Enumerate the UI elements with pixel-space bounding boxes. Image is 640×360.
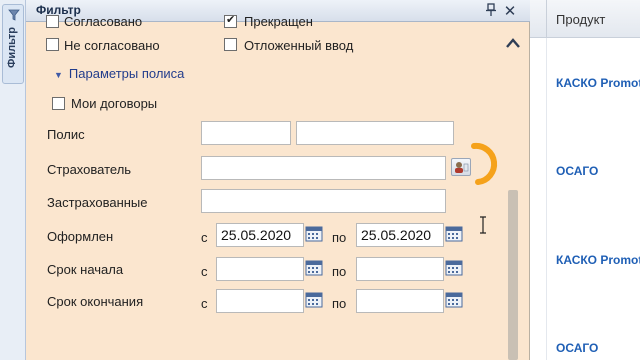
start-to-label: по xyxy=(332,264,347,279)
calendar-icon[interactable] xyxy=(305,226,323,242)
not-approved-label: Не согласовано xyxy=(64,38,160,53)
product-cell[interactable]: КАСКО Promot xyxy=(556,253,640,267)
terminated-label: Прекращен xyxy=(244,14,313,29)
funnel-icon xyxy=(8,9,20,21)
scrollbar-thumb[interactable] xyxy=(508,190,518,360)
side-tab-label: Фильтр xyxy=(6,27,18,69)
approved-label: Согласовано xyxy=(64,14,143,29)
start-from-label: с xyxy=(201,264,208,279)
deferred-input-checkbox[interactable] xyxy=(224,38,237,51)
filter-panel: Фильтр ✕ Согласовано Прекращен Не соглас… xyxy=(26,0,530,360)
ibeam-cursor-icon xyxy=(480,216,486,234)
deferred-input-label: Отложенный ввод xyxy=(244,38,354,53)
end-to-input[interactable] xyxy=(356,289,444,313)
end-to-label: по xyxy=(332,296,347,311)
start-from-input[interactable] xyxy=(216,257,304,281)
end-term-label: Срок окончания xyxy=(47,294,144,309)
issued-to-input[interactable]: 25.05.2020 xyxy=(356,223,444,247)
insurer-input[interactable] xyxy=(201,156,446,180)
results-grid: Продукт КАСКО Promot ОСАГО КАСКО Promot … xyxy=(530,0,640,360)
product-cell[interactable]: КАСКО Promot xyxy=(556,76,640,90)
calendar-icon[interactable] xyxy=(445,260,463,276)
end-from-label: с xyxy=(201,296,208,311)
product-cell[interactable]: ОСАГО xyxy=(556,164,598,178)
my-contracts-checkbox[interactable] xyxy=(52,97,65,110)
start-term-label: Срок начала xyxy=(47,262,124,277)
close-icon[interactable]: ✕ xyxy=(502,2,518,20)
loading-spinner-icon xyxy=(471,142,498,185)
insured-label: Застрахованные xyxy=(47,195,148,210)
column-divider xyxy=(546,0,547,38)
panel-scrollbar[interactable] xyxy=(500,30,526,360)
grid-header: Продукт xyxy=(530,0,640,38)
insured-input[interactable] xyxy=(201,189,446,213)
filter-side-tab[interactable]: Фильтр xyxy=(2,4,24,84)
calendar-icon[interactable] xyxy=(305,292,323,308)
column-divider xyxy=(546,38,547,360)
issued-from-input[interactable]: 25.05.2020 xyxy=(216,223,304,247)
my-contracts-label: Мои договоры xyxy=(71,96,158,111)
policy-params-title: Параметры полиса xyxy=(68,66,185,81)
policy-number-input[interactable] xyxy=(296,121,454,145)
terminated-checkbox[interactable] xyxy=(224,13,237,28)
policy-series-input[interactable] xyxy=(201,121,291,145)
calendar-icon[interactable] xyxy=(445,292,463,308)
not-approved-checkbox[interactable] xyxy=(46,38,59,51)
collapse-triangle-icon: ▼ xyxy=(54,70,63,80)
calendar-icon[interactable] xyxy=(305,260,323,276)
policy-params-section-toggle[interactable]: ▼ Параметры полиса xyxy=(54,66,184,81)
calendar-icon[interactable] xyxy=(445,226,463,242)
start-to-input[interactable] xyxy=(356,257,444,281)
end-from-input[interactable] xyxy=(216,289,304,313)
product-cell[interactable]: ОСАГО xyxy=(556,341,598,355)
pin-icon[interactable] xyxy=(484,3,498,19)
issued-label: Оформлен xyxy=(47,229,114,244)
issued-to-label: по xyxy=(332,230,347,245)
insurer-label: Страхователь xyxy=(47,162,132,177)
chevron-up-icon[interactable] xyxy=(504,36,522,50)
approved-checkbox[interactable] xyxy=(46,15,59,28)
issued-from-label: с xyxy=(201,230,208,245)
policy-label: Полис xyxy=(47,127,85,142)
side-tab-strip: Фильтр xyxy=(0,0,26,360)
product-column-header[interactable]: Продукт xyxy=(556,12,605,27)
